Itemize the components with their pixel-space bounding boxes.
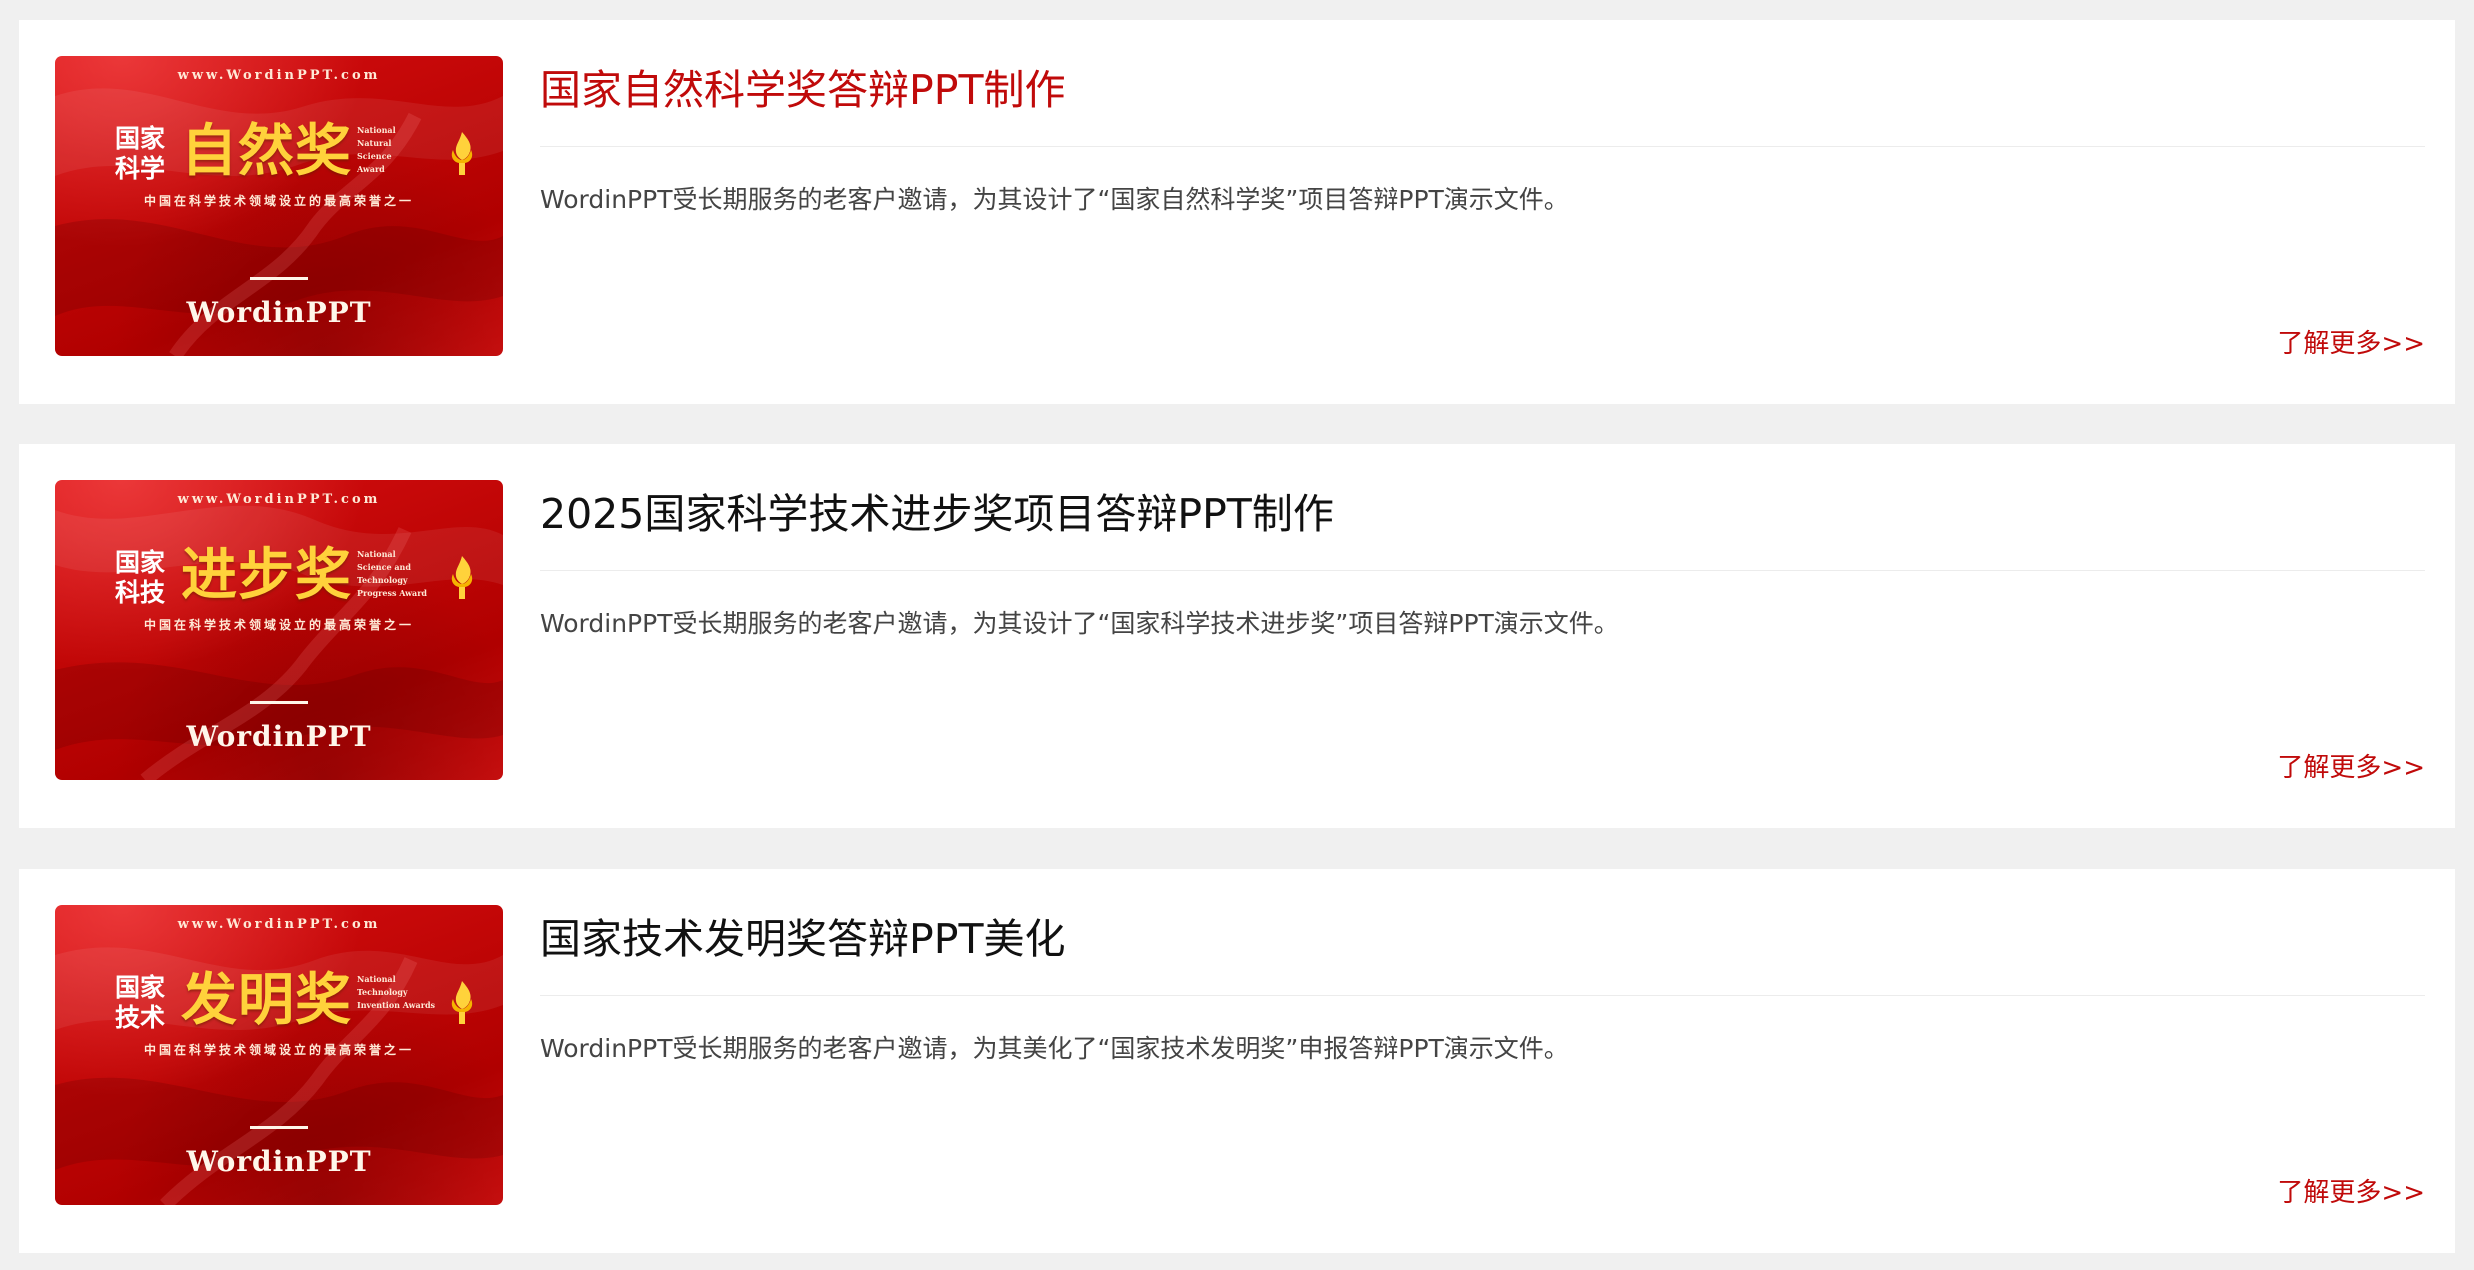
title-divider — [540, 995, 2425, 996]
read-more-link[interactable]: 了解更多>> — [2277, 750, 2425, 786]
thumbnail-award-title: 进步奖 — [181, 542, 352, 608]
thumbnail-english-line: National — [357, 974, 396, 984]
thumbnail-award-title: 发明奖 — [181, 967, 352, 1033]
post-content: 2025国家科学技术进步奖项目答辩PPT制作 WordinPPT受长期服务的老客… — [540, 444, 2425, 828]
post-card: www.WordinPPT.com 国家 技术 发明奖 National Tec… — [19, 869, 2455, 1253]
thumbnail-tagline: 中国在科学技术领域设立的最高荣誉之一 — [143, 1043, 414, 1057]
post-card: www.WordinPPT.com 国家 科技 进步奖 National Sci… — [19, 444, 2455, 828]
thumbnail-brand: WordinPPT — [186, 1145, 372, 1178]
thumbnail-title-block: 国家 科技 进步奖 National Science and Technolog… — [55, 542, 503, 612]
thumbnail-english-line: National — [357, 125, 396, 135]
thumbnail-brand: WordinPPT — [186, 296, 372, 329]
post-title-link[interactable]: 国家自然科学奖答辩PPT制作 — [540, 62, 1066, 118]
read-more-link[interactable]: 了解更多>> — [2277, 326, 2425, 362]
thumbnail-divider — [250, 1126, 308, 1129]
thumbnail-english-line: Natural — [357, 138, 392, 148]
post-card: www.WordinPPT.com 国家 科学 自然奖 National Nat… — [19, 20, 2455, 404]
thumbnail-english-line: Award — [357, 164, 385, 174]
title-divider — [540, 146, 2425, 147]
post-title-link[interactable]: 2025国家科学技术进步奖项目答辩PPT制作 — [540, 486, 1334, 542]
post-title-link[interactable]: 国家技术发明奖答辩PPT美化 — [540, 911, 1066, 967]
thumbnail-english-line: Technology — [357, 575, 408, 585]
thumbnail-small-title: 国家 科学 — [115, 124, 166, 183]
post-thumbnail[interactable]: www.WordinPPT.com 国家 技术 发明奖 National Tec… — [55, 905, 503, 1205]
thumbnail-title-block: 国家 技术 发明奖 National Technology Invention … — [55, 967, 503, 1037]
thumbnail-english-line: Invention Awards — [357, 1000, 436, 1010]
thumbnail-divider — [250, 701, 308, 704]
post-summary: WordinPPT受长期服务的老客户邀请，为其设计了“国家科学技术进步奖”项目答… — [540, 609, 1619, 638]
thumbnail-small-title: 国家 科技 — [115, 548, 166, 607]
thumbnail-small-title: 国家 技术 — [115, 973, 166, 1032]
thumbnail-divider — [250, 277, 308, 280]
thumbnail-english-line: Progress Award — [357, 588, 428, 598]
thumbnail-site-url: www.WordinPPT.com — [177, 68, 381, 83]
thumbnail-award-title: 自然奖 — [181, 118, 352, 184]
post-thumbnail[interactable]: www.WordinPPT.com 国家 科技 进步奖 National Sci… — [55, 480, 503, 780]
post-content: 国家自然科学奖答辩PPT制作 WordinPPT受长期服务的老客户邀请，为其设计… — [540, 20, 2425, 404]
thumbnail-tagline: 中国在科学技术领域设立的最高荣誉之一 — [143, 618, 414, 632]
thumbnail-english-line: National — [357, 549, 396, 559]
thumbnail-title-block: 国家 科学 自然奖 National Natural Science Award — [55, 118, 503, 188]
thumbnail-english-line: Science and — [357, 562, 411, 572]
post-content: 国家技术发明奖答辩PPT美化 WordinPPT受长期服务的老客户邀请，为其美化… — [540, 869, 2425, 1253]
post-list: www.WordinPPT.com 国家 科学 自然奖 National Nat… — [0, 0, 2474, 1270]
thumbnail-english-name: National Science and Technology Progress… — [357, 548, 437, 600]
torch-flame-icon — [451, 132, 473, 175]
post-summary: WordinPPT受长期服务的老客户邀请，为其美化了“国家技术发明奖”申报答辩P… — [540, 1034, 1569, 1063]
post-summary: WordinPPT受长期服务的老客户邀请，为其设计了“国家自然科学奖”项目答辩P… — [540, 185, 1569, 214]
thumbnail-english-line: Technology — [357, 987, 408, 997]
thumbnail-site-url: www.WordinPPT.com — [177, 917, 381, 932]
torch-flame-icon — [451, 981, 473, 1024]
thumbnail-english-name: National Technology Invention Awards — [357, 973, 437, 1012]
thumbnail-tagline: 中国在科学技术领域设立的最高荣誉之一 — [143, 194, 414, 208]
thumbnail-english-name: National Natural Science Award — [357, 124, 437, 176]
thumbnail-brand: WordinPPT — [186, 720, 372, 753]
title-divider — [540, 570, 2425, 571]
torch-flame-icon — [451, 556, 473, 599]
read-more-link[interactable]: 了解更多>> — [2277, 1175, 2425, 1211]
thumbnail-english-line: Science — [357, 151, 392, 161]
post-thumbnail[interactable]: www.WordinPPT.com 国家 科学 自然奖 National Nat… — [55, 56, 503, 356]
thumbnail-site-url: www.WordinPPT.com — [177, 492, 381, 507]
